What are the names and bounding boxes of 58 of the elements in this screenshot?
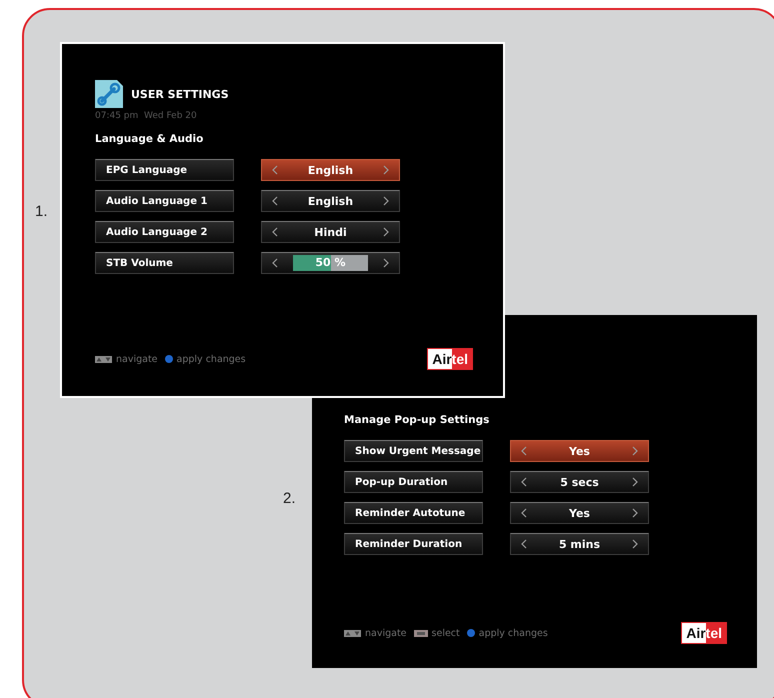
option-selector[interactable]: Yes [510,440,649,462]
option-value: 5 secs [559,476,600,488]
airtel-logo: Airtel [681,622,727,644]
chevron-left-icon [272,165,278,175]
chevron-left-icon [521,539,527,549]
hint-text: select [432,628,460,638]
setting-label: Show Urgent Message [344,440,483,462]
screen-title: USER SETTINGS [131,88,229,100]
option-selector[interactable]: English [261,159,400,181]
round-button-icon [164,355,173,363]
option-selector[interactable]: English [261,190,400,212]
option-value: English [306,164,354,176]
hint-text: apply changes [176,354,246,364]
chevron-right-icon [632,477,638,487]
chevron-right-icon [383,165,389,175]
chevron-right-icon [383,227,389,237]
chevron-right-icon [632,508,638,518]
setting-label: Audio Language 1 [95,190,234,212]
setting-label: STB Volume [95,252,234,274]
hint-text: apply changes [478,628,548,638]
wrench-icon [95,80,123,108]
volume-reading: 50 % [314,256,347,269]
section-heading: Language & Audio [95,133,204,145]
setting-label: Audio Language 2 [95,221,234,243]
hint-text: navigate [116,354,158,364]
setting-label: Reminder Autotune [344,502,483,524]
option-selector[interactable]: 5 secs [510,471,649,493]
setting-label: Reminder Duration [344,533,483,555]
date-time: 07:45 pm Wed Feb 20 [95,111,198,121]
setting-label: Pop-up Duration [344,471,483,493]
chevron-right-icon [632,539,638,549]
option-value: Yes [568,506,591,520]
hint-text: navigate [365,628,407,638]
chevron-right-icon [383,258,389,268]
chevron-left-icon [521,508,527,518]
chevron-left-icon [272,258,278,268]
arrow-keys-icon [95,356,112,362]
option-value: Yes [568,444,591,458]
option-value: 5 mins [558,538,602,550]
round-button-icon [466,629,475,637]
setting-label: EPG Language [95,159,234,181]
arrow-keys-icon [344,630,361,636]
airtel-logo: Airtel [427,348,473,370]
option-value: Hindi [313,226,348,238]
option-selector[interactable]: Yes [510,502,649,524]
option-selector[interactable]: 5 mins [510,533,649,555]
option-value: English [306,194,354,208]
option-selector[interactable]: Hindi [261,221,400,243]
chevron-left-icon [272,196,278,206]
ok-key-icon [414,630,428,636]
chevron-left-icon [272,227,278,237]
chevron-right-icon [632,446,638,456]
chevron-right-icon [383,196,389,206]
chevron-left-icon [521,477,527,487]
step-number: 2. [283,490,296,507]
chevron-left-icon [521,446,527,456]
step-number: 1. [35,203,48,220]
section-heading: Manage Pop-up Settings [344,414,490,426]
